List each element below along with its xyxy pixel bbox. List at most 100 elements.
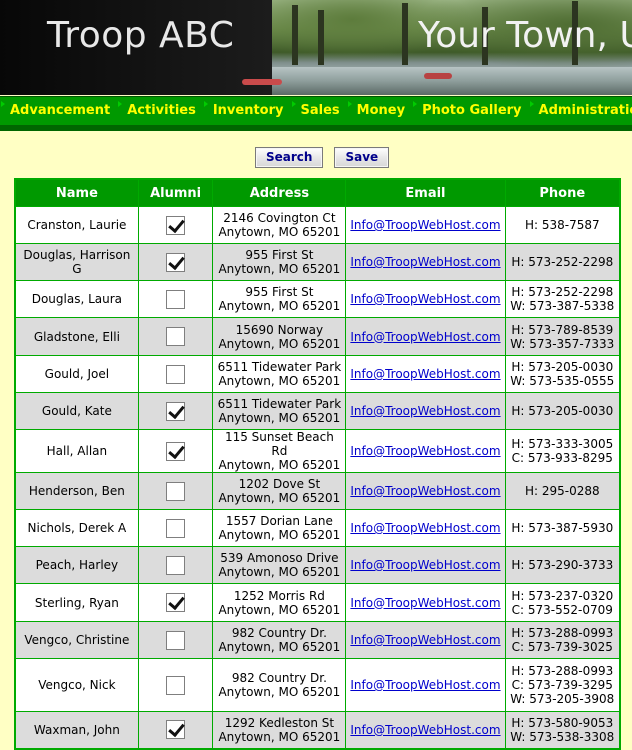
alumni-checkbox[interactable] [166, 555, 186, 575]
nav-advancement[interactable]: Advancement [0, 97, 117, 125]
main-nav: Advancement Activities Inventory Sales M… [0, 96, 632, 126]
address-line-1: 955 First St [245, 285, 314, 299]
alumni-checkbox[interactable] [166, 518, 186, 538]
alumni-checkbox[interactable] [166, 401, 186, 421]
alumni-checkbox[interactable] [166, 720, 186, 740]
phone-number: H: 573-290-3733 [511, 558, 614, 572]
nav-inventory[interactable]: Inventory [203, 97, 291, 125]
email-link[interactable]: Info@TroopWebHost.com [350, 484, 500, 498]
alumni-checkbox[interactable] [166, 289, 186, 309]
alumni-checkbox[interactable] [166, 364, 186, 384]
alumni-checkbox[interactable] [166, 593, 186, 612]
nav-activities[interactable]: Activities [117, 97, 203, 125]
alumni-checkbox[interactable] [166, 252, 186, 272]
header-name[interactable]: Name [14, 178, 139, 207]
phone-number: C: 573-739-3295 [511, 678, 613, 692]
member-name: Gladstone, Elli [14, 317, 139, 356]
address-line-1: 1292 Kedleston St [224, 715, 335, 730]
table-row: Cranston, Laurie 2146 Covington Ct Anytown… [14, 206, 621, 244]
email-link[interactable]: Info@TroopWebHost.com [350, 218, 500, 232]
phone-number: H: 573-789-8539 [511, 322, 614, 337]
save-button[interactable]: Save [334, 147, 390, 168]
phone-cell: H: 573-290-3733 [504, 546, 621, 584]
phone-cell: H: 538-7587 [504, 206, 621, 244]
address-line-1: 539 Amonoso Drive [220, 551, 339, 565]
alumni-checkbox[interactable] [166, 441, 186, 461]
phone-number: H: 573-205-0030 [511, 404, 614, 418]
alumni-cell [137, 546, 214, 584]
header-alumni[interactable]: Alumni [137, 178, 214, 207]
header-address[interactable]: Address [212, 178, 347, 207]
alumni-cell [137, 472, 214, 510]
phone-number: H: 573-288-0993 [511, 664, 614, 678]
email-cell: Info@TroopWebHost.com [345, 243, 506, 281]
email-link[interactable]: Info@TroopWebHost.com [350, 255, 500, 269]
alumni-checkbox[interactable] [166, 215, 186, 235]
phone-number: C: 573-552-0709 [511, 602, 613, 617]
troop-title: Troop ABC [47, 15, 235, 56]
header-email[interactable]: Email [345, 178, 506, 207]
email-link[interactable]: Info@TroopWebHost.com [350, 367, 500, 381]
roster-body: Cranston, Laurie 2146 Covington Ct Anytown… [14, 206, 621, 749]
email-link[interactable]: Info@TroopWebHost.com [350, 404, 500, 418]
table-row: Gladstone, Elli 15690 Norway Anytown, MO 6… [14, 317, 621, 356]
alumni-checkbox[interactable] [166, 327, 186, 346]
alumni-cell [137, 583, 214, 622]
email-cell: Info@TroopWebHost.com [345, 355, 506, 393]
address-cell: 6511 Tidewater Park Anytown, MO 65201 [212, 355, 347, 393]
phone-cell: H: 573-288-0993 C: 573-739-3295 W: 573-205… [504, 658, 621, 712]
alumni-cell [137, 392, 214, 430]
email-link[interactable]: Info@TroopWebHost.com [350, 596, 500, 610]
address-cell: 982 Country Dr. Anytown, MO 65201 [212, 621, 347, 659]
address-cell: 1202 Dove St Anytown, MO 65201 [212, 472, 347, 510]
member-name: Vengco, Nick [14, 658, 139, 712]
nav-administration[interactable]: Administration [529, 97, 632, 125]
phone-number: W: 573-387-5338 [510, 299, 615, 313]
nav-photo-gallery[interactable]: Photo Gallery [412, 97, 528, 125]
email-link[interactable]: Info@TroopWebHost.com [350, 558, 500, 572]
phone-number: H: 573-333-3005 [511, 437, 614, 451]
email-link[interactable]: Info@TroopWebHost.com [350, 633, 500, 647]
table-row: Gould, Joel 6511 Tidewater Park Anytown, M… [14, 355, 621, 393]
nav-sales[interactable]: Sales [291, 97, 347, 125]
alumni-cell [137, 243, 214, 281]
email-link[interactable]: Info@TroopWebHost.com [350, 678, 500, 692]
phone-number: H: 573-580-9053 [511, 715, 614, 730]
table-row: Vengco, Nick 982 Country Dr. Anytown, MO 6… [14, 658, 621, 712]
phone-cell: H: 573-288-0993 C: 573-739-3025 [504, 621, 621, 659]
member-name: Douglas, Laura [14, 280, 139, 318]
phone-number: H: 295-0288 [524, 484, 600, 498]
email-link[interactable]: Info@TroopWebHost.com [350, 292, 500, 306]
alumni-checkbox[interactable] [166, 630, 186, 650]
phone-number: W: 573-538-3308 [510, 729, 615, 744]
email-link[interactable]: Info@TroopWebHost.com [350, 330, 500, 344]
phone-number: C: 573-933-8295 [511, 451, 613, 465]
email-link[interactable]: Info@TroopWebHost.com [350, 723, 500, 737]
email-cell: Info@TroopWebHost.com [345, 280, 506, 318]
phone-number: H: 573-387-5930 [511, 521, 614, 535]
address-cell: 15690 Norway Anytown, MO 65201 [212, 317, 347, 356]
banner: Troop ABC Your Town, U [0, 0, 632, 95]
search-button[interactable]: Search [255, 147, 324, 168]
address-line-2: Anytown, MO 65201 [218, 640, 341, 654]
member-name: Nichols, Derek A [14, 509, 139, 547]
phone-cell: H: 573-333-3005 C: 573-933-8295 [504, 429, 621, 473]
email-cell: Info@TroopWebHost.com [345, 509, 506, 547]
alumni-checkbox[interactable] [166, 481, 186, 501]
email-cell: Info@TroopWebHost.com [345, 546, 506, 584]
address-line-2: Anytown, MO 65201 [218, 458, 341, 472]
nav-money[interactable]: Money [347, 97, 412, 125]
table-row: Douglas, Laura 955 First St Anytown, MO 65… [14, 280, 621, 318]
alumni-cell [137, 206, 214, 244]
email-link[interactable]: Info@TroopWebHost.com [350, 521, 500, 535]
email-link[interactable]: Info@TroopWebHost.com [350, 444, 500, 458]
address-line-2: Anytown, MO 65201 [218, 299, 341, 313]
header-phone[interactable]: Phone [504, 178, 621, 207]
member-name: Hall, Allan [14, 429, 139, 473]
member-name: Gould, Joel [14, 355, 139, 393]
table-row: Douglas, Harrison G 955 First St Anytown, … [14, 243, 621, 281]
table-row: Hall, Allan 115 Sunset Beach Rd Anytown, M… [14, 429, 621, 473]
phone-number: H: 573-288-0993 [511, 626, 614, 640]
alumni-checkbox[interactable] [166, 675, 186, 695]
town-title: Your Town, U [418, 15, 632, 56]
